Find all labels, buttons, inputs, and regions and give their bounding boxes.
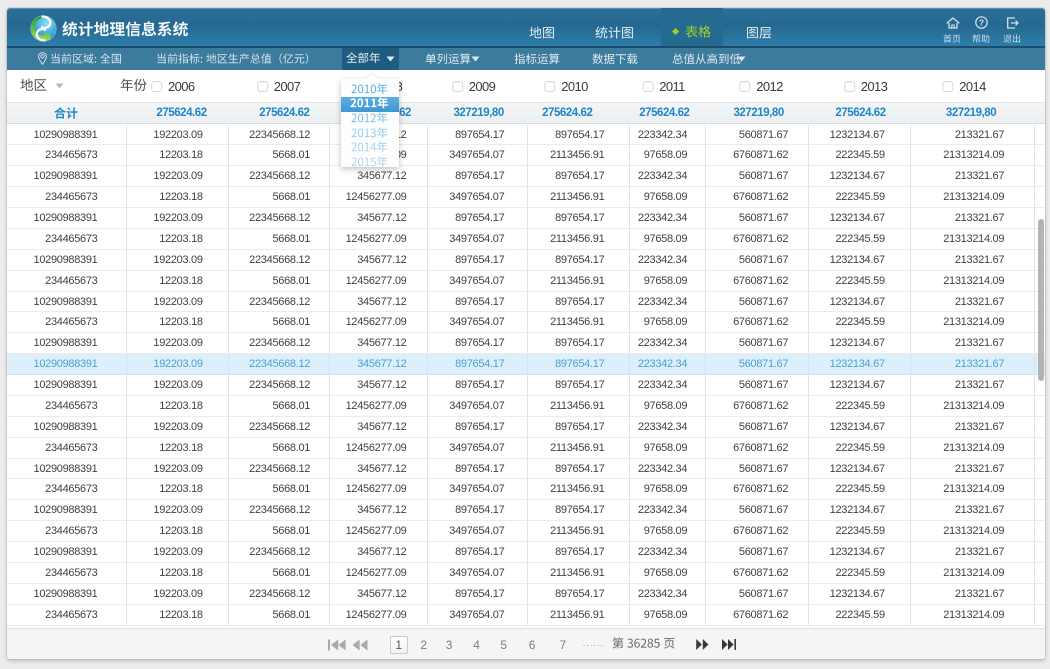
svg-text:?: ? <box>979 17 984 27</box>
